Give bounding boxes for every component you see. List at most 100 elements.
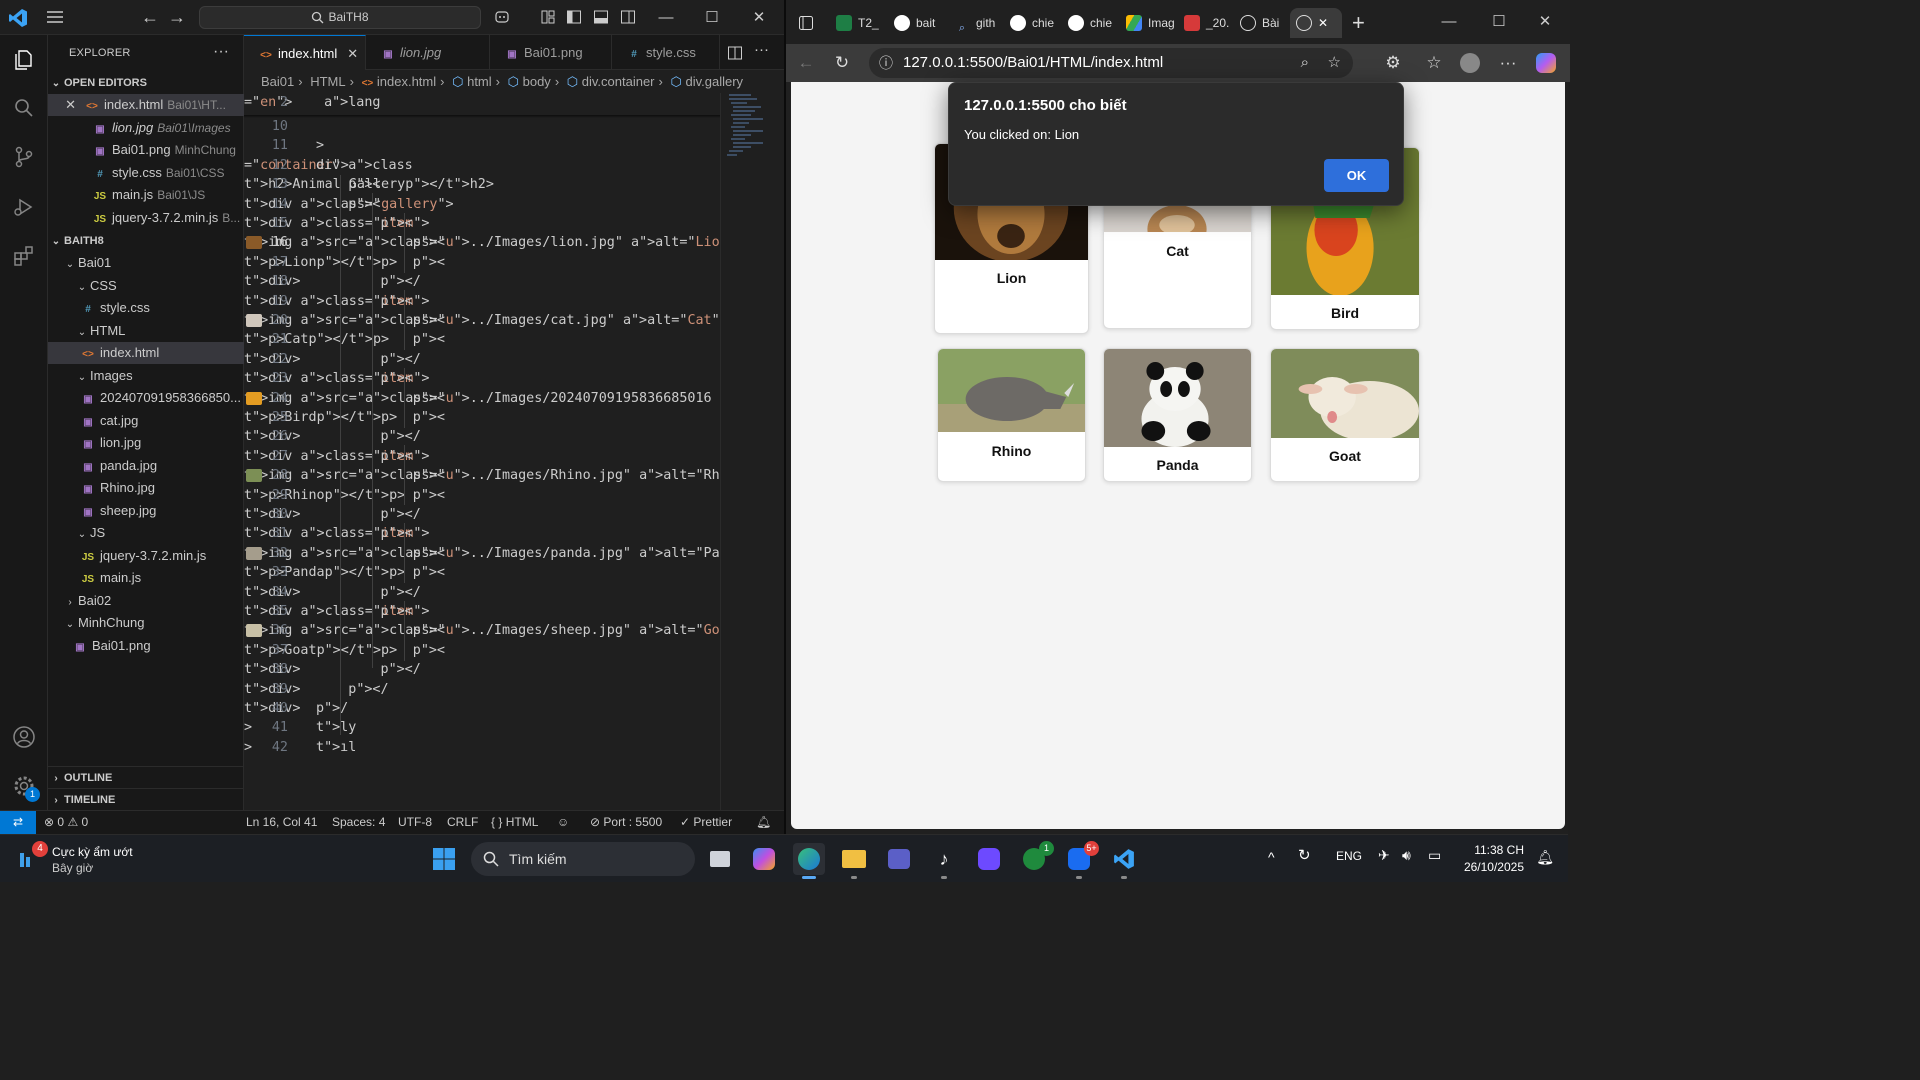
- line-endings[interactable]: CRLF: [447, 811, 478, 834]
- code-line[interactable]: 35 p">< t">div a">class="item">: [244, 602, 720, 621]
- code-line[interactable]: 29 p">< t">p>Rhinop"></t">p>: [244, 486, 720, 505]
- xbox-icon[interactable]: 1: [1018, 841, 1054, 875]
- close-editor-icon[interactable]: ✕: [48, 94, 76, 116]
- browser-tab[interactable]: Imag: [1126, 8, 1180, 38]
- more-actions-icon[interactable]: ···: [1498, 53, 1518, 73]
- clock-time[interactable]: 11:38 CH: [1474, 843, 1524, 857]
- code-line[interactable]: 20 p"><t">img a">src="a">class="u">../Im…: [244, 311, 720, 330]
- minimize-icon[interactable]: —: [1426, 4, 1472, 39]
- alert-ok-button[interactable]: OK: [1324, 159, 1389, 192]
- live-server-port[interactable]: ⊘ Port : 5500: [590, 811, 662, 834]
- cursor-position[interactable]: Ln 16, Col 41: [246, 811, 317, 834]
- notifications-bell-icon[interactable]: 🔔︎: [756, 811, 771, 834]
- folder-css[interactable]: ⌄ CSS: [48, 275, 244, 297]
- new-tab-icon[interactable]: +: [1352, 10, 1365, 36]
- zalo-icon[interactable]: 5+: [1063, 841, 1099, 879]
- code-line[interactable]: 24 p"><t">img a">src="a">class="u">../Im…: [244, 389, 720, 408]
- code-line[interactable]: 33 p">< t">p>Pandap"></t">p>: [244, 563, 720, 582]
- code-line[interactable]: 27 p">< t">div a">class="item">: [244, 447, 720, 466]
- accounts-icon[interactable]: [12, 725, 36, 749]
- split-editor-icon[interactable]: [727, 45, 743, 61]
- search-icon[interactable]: [12, 96, 36, 120]
- minimize-icon[interactable]: —: [643, 0, 689, 35]
- open-editor-item[interactable]: JS main.js Bai01\JS: [48, 184, 244, 206]
- prettier-status[interactable]: ✓ Prettier: [680, 811, 732, 834]
- file-image[interactable]: ▣ 202407091958366850...: [48, 387, 244, 409]
- remote-indicator-icon[interactable]: ⇄: [0, 811, 36, 834]
- folder-js[interactable]: ⌄ JS: [48, 522, 244, 544]
- zoom-icon[interactable]: ⌕: [1301, 48, 1309, 78]
- code-line[interactable]: 13 p">< t">h2>Animal Galleryp"></t">h2>: [244, 175, 720, 194]
- code-line[interactable]: 12 div a">class ="container">: [244, 156, 720, 175]
- close-icon[interactable]: ✕: [1522, 4, 1568, 39]
- close-icon[interactable]: ✕: [736, 0, 782, 35]
- favorites-icon[interactable]: ☆: [1424, 53, 1444, 73]
- notification-bell-icon[interactable]: 🔔︎: [1536, 849, 1554, 866]
- code-line[interactable]: 14 p">< t">div a">class="gallery">: [244, 195, 720, 214]
- encoding[interactable]: UTF-8: [398, 811, 432, 834]
- favorite-star-icon[interactable]: ☆: [1328, 48, 1341, 78]
- back-arrow-icon[interactable]: ←: [141, 8, 159, 26]
- vscode-app-icon[interactable]: [1108, 843, 1140, 879]
- windows-start-icon[interactable]: [432, 847, 456, 871]
- workspace-section[interactable]: ⌄ BAITH8: [48, 230, 244, 252]
- refresh-icon[interactable]: ↻: [832, 53, 852, 73]
- extensions-icon[interactable]: ⚙: [1383, 53, 1403, 73]
- code-line[interactable]: 19 p">< t">div a">class="item">: [244, 292, 720, 311]
- code-line[interactable]: 34 p"></t">div>: [244, 583, 720, 602]
- open-editors-section[interactable]: ⌄ OPEN EDITORS: [48, 72, 244, 94]
- browser-tab[interactable]: chie: [1010, 8, 1062, 38]
- file-rhino-jpg[interactable]: ▣ Rhino.jpg: [48, 477, 244, 499]
- code-line[interactable]: 30 p"></t">div>: [244, 505, 720, 524]
- menu-icon[interactable]: [46, 9, 64, 25]
- browser-tab[interactable]: ⌕ gith: [954, 8, 1006, 38]
- task-view-icon[interactable]: [704, 843, 736, 875]
- code-line[interactable]: 32 p"><t">img a">src="a">class="u">../Im…: [244, 544, 720, 563]
- open-editor-item[interactable]: ✕ <> index.html Bai01\HT...: [48, 94, 244, 116]
- code-line[interactable]: 26 p"></t">div>: [244, 427, 720, 446]
- gallery-item-panda[interactable]: Panda: [1103, 348, 1252, 482]
- breadcrumb-item[interactable]: html: [467, 74, 492, 89]
- code-line[interactable]: 36 p"><t">img a">src="a">class="u">../Im…: [244, 621, 720, 640]
- explorer-icon[interactable]: [12, 48, 36, 72]
- language-indicator[interactable]: ENG: [1336, 849, 1362, 863]
- breadcrumb-item[interactable]: index.html: [377, 74, 436, 89]
- code-line[interactable]: 11 >: [244, 136, 720, 155]
- folder-bai01[interactable]: ⌄ Bai01: [48, 252, 244, 274]
- file-main-js[interactable]: JS main.js: [48, 567, 244, 589]
- browser-tab[interactable]: chie: [1068, 8, 1120, 38]
- copilot-app-icon[interactable]: [748, 843, 780, 875]
- chevron-up-icon[interactable]: ^: [1268, 849, 1275, 865]
- tab-style-css[interactable]: # style.css: [612, 35, 720, 70]
- browser-tab[interactable]: _20.: [1184, 8, 1236, 38]
- close-tab-icon[interactable]: ✕: [1318, 16, 1328, 30]
- battery-icon[interactable]: ▭: [1428, 847, 1441, 864]
- manage-button[interactable]: 1: [12, 774, 40, 802]
- extensions-icon[interactable]: [12, 244, 36, 268]
- code-line[interactable]: 23 p">< t">div a">class="item">: [244, 369, 720, 388]
- indentation[interactable]: Spaces: 4: [332, 811, 385, 834]
- weather-widget[interactable]: 4 Cực kỳ ẩm ướt Bây giờ: [18, 841, 168, 877]
- code-line[interactable]: 31 p">< t">div a">class="item">: [244, 524, 720, 543]
- breadcrumb-item[interactable]: body: [523, 74, 551, 89]
- tab-actions-icon[interactable]: [798, 15, 814, 31]
- browser-tab[interactable]: bait: [894, 8, 946, 38]
- open-editor-item[interactable]: ▣ Bai01.png MinhChung: [48, 139, 244, 161]
- code-line[interactable]: 39 p"></t">div>: [244, 680, 720, 699]
- file-explorer-icon[interactable]: [838, 843, 870, 879]
- toggle-secondary-sidebar-icon[interactable]: [620, 9, 636, 25]
- code-line[interactable]: 37 p"><t">p>Goatp"></t">p>: [244, 641, 720, 660]
- airplane-icon[interactable]: ✈: [1378, 847, 1390, 864]
- code-editor[interactable]: 2 a">lang ="en"> 10 11 >12 div a">class ="cont…: [244, 93, 720, 810]
- folder-bai02[interactable]: › Bai02: [48, 590, 244, 612]
- code-line[interactable]: 40 p">/t">div>: [244, 699, 720, 718]
- teams-icon[interactable]: [883, 843, 915, 875]
- code-line[interactable]: 25 p"><t">p>Birdp"></t">p>: [244, 408, 720, 427]
- code-line[interactable]: 18 p"></t">div>: [244, 272, 720, 291]
- taskbar-search[interactable]: Tìm kiếm: [471, 842, 695, 876]
- file-index-html[interactable]: <> index.html: [48, 342, 244, 364]
- code-line[interactable]: 42 t">ıl >: [244, 738, 720, 757]
- close-tab-icon[interactable]: ✕: [347, 46, 358, 61]
- more-actions-icon[interactable]: ···: [754, 41, 769, 58]
- file-jquery[interactable]: JS jquery-3.7.2.min.js: [48, 545, 244, 567]
